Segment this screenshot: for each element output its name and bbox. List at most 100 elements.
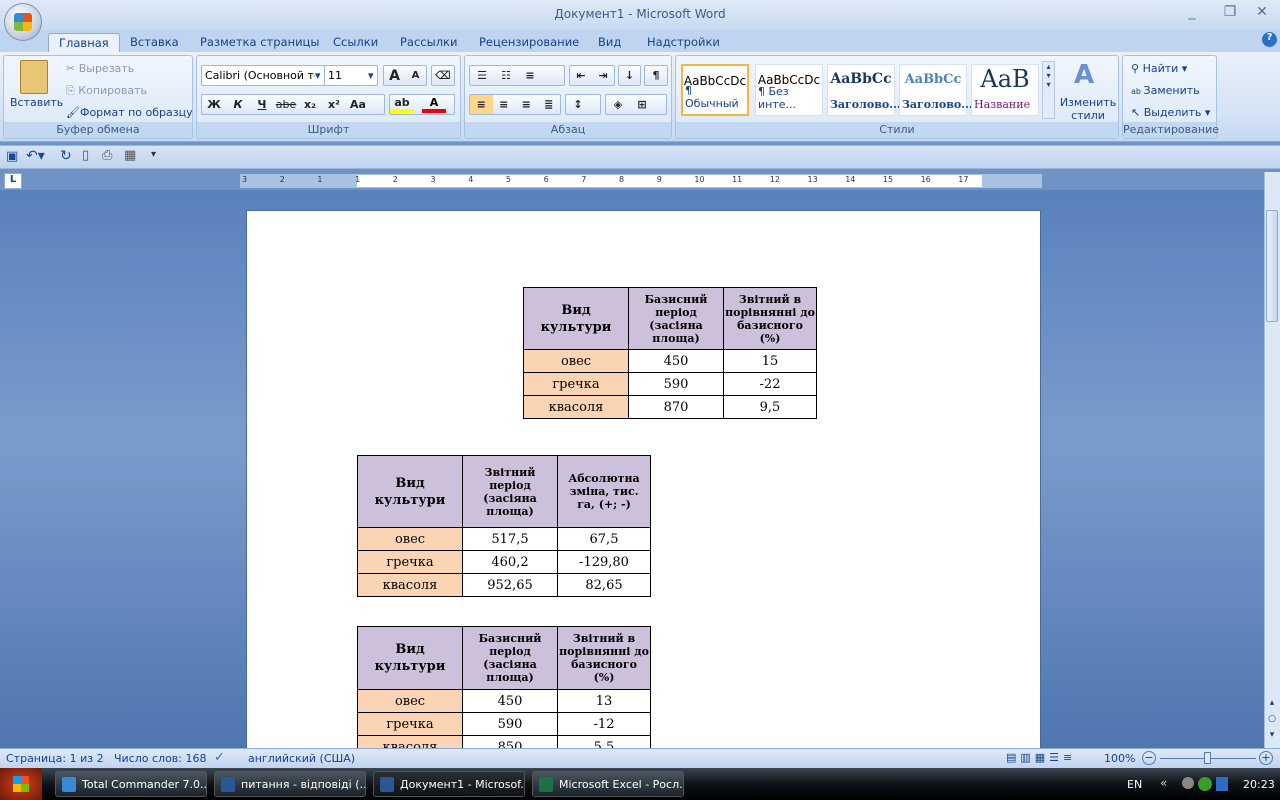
tab-addins[interactable]: Надстройки (637, 33, 730, 52)
highlight-button[interactable]: ab (390, 96, 414, 113)
tab-home[interactable]: Главная (48, 33, 120, 52)
style-heading-1[interactable]: AaBbCc Заголово... (827, 64, 901, 116)
new-document-icon[interactable]: ▯ (82, 148, 89, 163)
superscript-button[interactable]: x² (322, 95, 346, 114)
network-tray-icon[interactable] (1216, 777, 1228, 791)
line-spacing-button[interactable]: ↕ (565, 94, 601, 115)
replace-button[interactable]: ab Заменить (1131, 84, 1200, 97)
taskbar-item-word-doc[interactable]: питання - відповіді (... (214, 771, 366, 797)
underline-button[interactable]: Ч (250, 95, 274, 114)
shrink-font-button[interactable]: A (405, 66, 426, 85)
italic-button[interactable]: К (226, 95, 250, 114)
paste-button[interactable]: Вставить (10, 96, 63, 109)
antivirus-tray-icon[interactable] (1198, 777, 1212, 791)
table-cell: 13 (557, 689, 651, 713)
select-button[interactable]: ↖ Выделить ▾ (1131, 106, 1210, 119)
help-icon[interactable]: ? (1262, 32, 1277, 47)
page-count[interactable]: Страница: 1 из 2 (6, 752, 104, 765)
bold-button[interactable]: Ж (202, 95, 226, 114)
redo-icon[interactable]: ↻ (60, 148, 72, 164)
find-button[interactable]: ⚲ Найти ▾ (1131, 62, 1187, 75)
change-case-button[interactable]: Aa (346, 95, 370, 114)
font-size-select[interactable]: 11 ▾ (324, 65, 378, 86)
show-marks-button[interactable]: ¶ (644, 65, 668, 86)
sort-button[interactable]: ↓ (618, 65, 641, 86)
scrollbar-thumb[interactable] (1266, 210, 1278, 322)
browse-object-buttons[interactable]: ▴ ○ ▾ (1266, 695, 1278, 743)
tab-view[interactable]: Вид (588, 33, 631, 52)
font-color-button[interactable]: A (422, 96, 446, 113)
minimize-button[interactable]: _ (1180, 4, 1204, 22)
style-sample: AaBbCc (830, 71, 892, 87)
zoom-out-button[interactable]: − (1142, 751, 1156, 765)
taskbar-item-total-commander[interactable]: Total Commander 7.0... (55, 771, 207, 797)
subscript-button[interactable]: x₂ (298, 95, 322, 114)
ruler-number: 3 (242, 175, 248, 184)
close-button[interactable]: ✕ (1250, 4, 1274, 22)
zoom-slider-thumb[interactable] (1204, 752, 1211, 764)
tab-review[interactable]: Рецензирование (469, 33, 589, 52)
bullets-button[interactable]: ☰ (470, 66, 494, 85)
table-cell: гречка (523, 372, 629, 396)
style-title[interactable]: AaB Название (971, 64, 1039, 116)
table-cell: -12 (557, 712, 651, 736)
strikethrough-button[interactable]: abe (274, 95, 298, 114)
view-buttons[interactable]: ▤▥▦☰≡ (1006, 751, 1076, 764)
line-spacing-icon: ↕ (573, 98, 583, 111)
borders-button[interactable]: ⊞ (630, 95, 654, 114)
shading-button[interactable]: ◈ (606, 95, 630, 114)
tab-mailings[interactable]: Рассылки (390, 33, 467, 52)
table-cell: 82,65 (557, 573, 651, 597)
style-heading-2[interactable]: AaBbCc Заголово... (899, 64, 973, 116)
styles-scroll[interactable]: ▴ ▾ ▾ (1042, 61, 1055, 119)
tray-icon[interactable] (1182, 777, 1194, 789)
decrease-indent-button[interactable]: ⇤ (570, 66, 592, 85)
tab-references[interactable]: Ссылки (323, 33, 388, 52)
font-name-select[interactable]: Calibri (Основной те ▾ (201, 65, 325, 86)
cut-button[interactable]: ✂ Вырезать (66, 62, 134, 75)
clear-formatting-button[interactable]: ⌫ (431, 65, 455, 86)
table-cell: 590 (462, 712, 558, 736)
undo-icon[interactable]: ↶▾ (26, 148, 45, 164)
taskbar-item-excel[interactable]: Microsoft Excel - Росл... (532, 771, 684, 797)
ruler-number: 10 (694, 175, 705, 184)
style-no-spacing[interactable]: AaBbCcDc ¶ Без инте... (755, 64, 823, 116)
word-count[interactable]: Число слов: 168 (114, 752, 207, 765)
shading-border-buttons: ◈ ⊞ (605, 94, 667, 115)
tab-page-layout[interactable]: Разметка страницы (190, 33, 329, 52)
zoom-in-button[interactable]: + (1259, 751, 1273, 765)
table-cell: овес (357, 689, 463, 713)
grow-font-button[interactable]: A (384, 66, 405, 85)
style-normal[interactable]: AaBbCcDc ¶ Обычный (681, 64, 749, 116)
taskbar-item-document1[interactable]: Документ1 - Microsof... (373, 771, 525, 797)
language-bar[interactable]: EN (1127, 778, 1142, 791)
customize-qat-icon[interactable]: ▾ (151, 149, 156, 160)
align-right-button[interactable]: ≡ (515, 95, 538, 114)
align-left-button[interactable]: ≡ (470, 95, 493, 114)
tab-selector[interactable]: L (4, 173, 22, 189)
table-cell: 517,5 (462, 527, 558, 551)
print-preview-icon[interactable]: ⎙ (102, 148, 112, 163)
spelling-icon[interactable]: ▦ (124, 148, 136, 163)
justify-button[interactable]: ≣ (538, 95, 561, 114)
table-header: Вид культури (357, 455, 463, 528)
format-painter-button[interactable]: 🖌Формат по образцу (66, 106, 193, 119)
multilevel-list-button[interactable]: ≡ (518, 66, 542, 85)
save-icon[interactable]: ▣ (6, 149, 18, 164)
show-hidden-icons[interactable]: « (1160, 776, 1167, 790)
align-center-button[interactable]: ≡ (493, 95, 516, 114)
zoom-level[interactable]: 100% (1104, 752, 1135, 765)
numbering-button[interactable]: ☷ (494, 66, 518, 85)
language-indicator[interactable]: английский (США) (248, 752, 355, 765)
restore-button[interactable]: ❐ (1218, 4, 1242, 22)
ruler-number: 7 (581, 175, 587, 184)
table-row: овес 450 15 (523, 349, 817, 373)
copy-button[interactable]: ⎘ Копировать (66, 84, 147, 98)
tab-insert[interactable]: Вставка (120, 33, 189, 52)
proofing-icon[interactable]: ✓ (214, 750, 225, 765)
increase-indent-button[interactable]: ⇥ (592, 66, 614, 85)
change-styles-button[interactable]: Изменить стили (1058, 96, 1118, 122)
ruler-number: 15 (882, 175, 894, 184)
office-button[interactable] (4, 3, 42, 41)
start-button[interactable] (0, 768, 42, 800)
